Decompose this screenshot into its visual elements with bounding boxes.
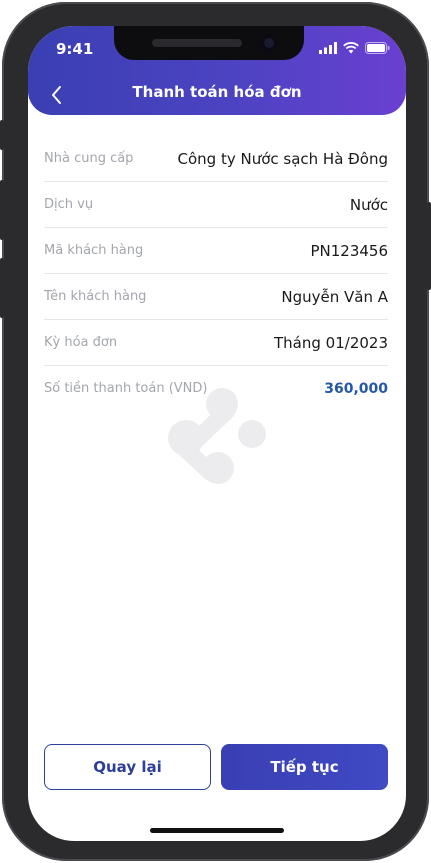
home-indicator	[150, 828, 284, 833]
screen: 9:41 Thanh toán hóa đơn Nhà cung cấp Côn…	[28, 26, 406, 841]
back-action-button[interactable]: Quay lại	[44, 744, 211, 790]
camera	[260, 34, 278, 52]
mute-switch	[0, 120, 4, 150]
page-title: Thanh toán hóa đơn	[132, 83, 302, 101]
wifi-icon	[343, 42, 359, 54]
signal-icon	[319, 42, 337, 54]
detail-row-service: Dịch vụ Nước	[44, 182, 388, 228]
power-button	[427, 202, 431, 290]
bill-details: Nhà cung cấp Công ty Nước sạch Hà Đông D…	[44, 136, 388, 411]
provider-label: Nhà cung cấp	[44, 151, 134, 166]
customer-name-label: Tên khách hàng	[44, 289, 147, 304]
customer-name-value: Nguyễn Văn A	[281, 287, 388, 306]
customer-code-label: Mã khách hàng	[44, 243, 144, 258]
header-bar: 9:41 Thanh toán hóa đơn	[28, 26, 406, 115]
amount-value: 360,000	[324, 380, 388, 397]
service-label: Dịch vụ	[44, 197, 94, 212]
back-button[interactable]	[42, 80, 72, 110]
billing-period-value: Tháng 01/2023	[274, 333, 388, 352]
chevron-left-icon	[52, 86, 61, 104]
volume-down-button	[0, 258, 4, 318]
detail-row-customer-code: Mã khách hàng PN123456	[44, 228, 388, 274]
action-bar: Quay lại Tiếp tục	[44, 744, 388, 790]
status-icons	[319, 42, 390, 54]
notch	[114, 26, 304, 60]
status-time: 9:41	[56, 40, 94, 58]
provider-value: Công ty Nước sạch Hà Đông	[177, 149, 389, 168]
speaker	[152, 39, 242, 47]
continue-button[interactable]: Tiếp tục	[221, 744, 388, 790]
service-value: Nước	[349, 195, 388, 214]
detail-row-provider: Nhà cung cấp Công ty Nước sạch Hà Đông	[44, 136, 388, 182]
detail-row-billing-period: Kỳ hóa đơn Tháng 01/2023	[44, 320, 388, 366]
customer-code-value: PN123456	[310, 241, 388, 260]
share-logo-icon	[168, 388, 266, 484]
billing-period-label: Kỳ hóa đơn	[44, 335, 118, 350]
battery-icon	[365, 42, 390, 54]
volume-up-button	[0, 180, 4, 240]
phone-frame: 9:41 Thanh toán hóa đơn Nhà cung cấp Côn…	[0, 2, 431, 861]
detail-row-customer-name: Tên khách hàng Nguyễn Văn A	[44, 274, 388, 320]
